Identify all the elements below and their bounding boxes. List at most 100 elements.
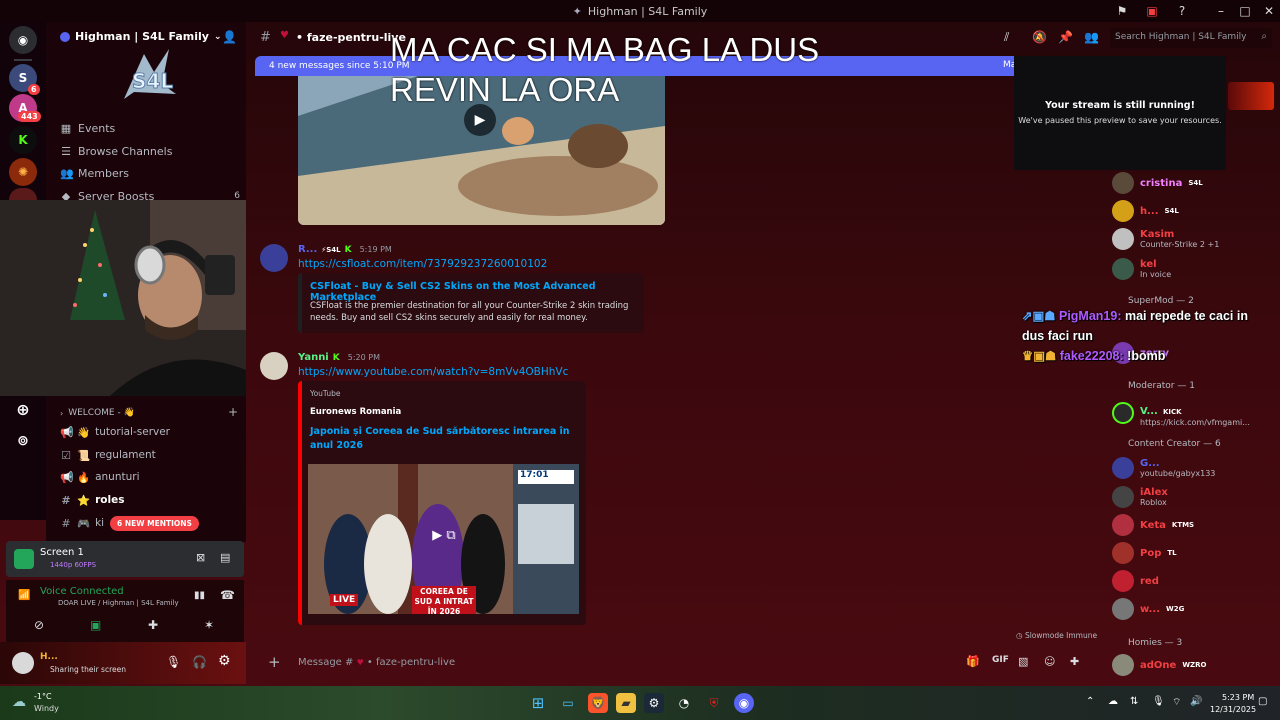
stop-stream-icon[interactable]: ⊠: [196, 551, 205, 564]
category-label: WELCOME - 👋: [68, 408, 135, 418]
tray-mic-icon[interactable]: 🎙: [1152, 696, 1165, 707]
clock-date[interactable]: 12/31/2025: [1210, 705, 1256, 714]
activities-icon[interactable]: ✚: [148, 618, 158, 632]
clock-time[interactable]: 5:23 PM: [1222, 693, 1254, 702]
channel-roles[interactable]: # ⭐ roles: [60, 491, 124, 509]
file-explorer-icon[interactable]: ▰: [616, 693, 636, 713]
member-row[interactable]: iAlex Roblox: [1112, 486, 1168, 508]
tray-wifi-icon[interactable]: ⌔: [1172, 696, 1181, 709]
video-thumbnail[interactable]: 17:01 COREEA DE SUD A INTRAT ÎN 2026 LIV…: [308, 464, 579, 614]
tray-onedrive-icon[interactable]: ☁: [1108, 696, 1118, 707]
server-header[interactable]: Highman | S4L Family ⌄: [60, 30, 222, 43]
member-row[interactable]: V... KICK https://kick.com/vfmgami...: [1112, 399, 1250, 427]
add-attachment-icon[interactable]: +: [268, 653, 281, 671]
screen-share-icon[interactable]: ▣: [1142, 2, 1162, 20]
task-view-icon[interactable]: ▭: [558, 693, 578, 713]
channel-anunturi[interactable]: 📢 🔥 anunturi: [60, 468, 139, 486]
maximize-button[interactable]: □: [1235, 2, 1255, 20]
pin-icon[interactable]: 📌: [1058, 30, 1073, 44]
disconnect-icon[interactable]: ☎: [220, 588, 235, 602]
sidebar-item-members[interactable]: 👥 Members: [60, 164, 129, 182]
gift-icon[interactable]: 🎁: [966, 655, 980, 668]
member-row[interactable]: Pop TL: [1112, 542, 1177, 564]
gear-icon[interactable]: ⚙: [218, 653, 231, 669]
tray-volume-icon[interactable]: 🔊: [1190, 696, 1202, 707]
brave-icon[interactable]: 🦁: [588, 693, 608, 713]
popout-icon[interactable]: ▤: [220, 551, 230, 564]
github-icon[interactable]: ◔: [674, 693, 694, 713]
member-name: w...: [1140, 603, 1160, 615]
channel-ki[interactable]: # 🎮 ki: [60, 514, 104, 532]
member-row[interactable]: Kasim Counter-Strike 2 +1: [1112, 228, 1219, 250]
member-list: cristina S4L h... S4L Kasim Counter-Stri…: [1098, 54, 1280, 686]
member-row[interactable]: cristina S4L: [1112, 172, 1203, 194]
member-row[interactable]: Keta KTMS: [1112, 514, 1194, 536]
member-row[interactable]: kel In voice: [1112, 258, 1171, 280]
start-icon[interactable]: ⊞: [528, 693, 548, 713]
discord-icon[interactable]: ◉: [734, 693, 754, 713]
avatar[interactable]: [260, 352, 288, 380]
server-icon-kick[interactable]: K: [9, 126, 37, 154]
microphone-icon[interactable]: 🎙: [166, 655, 181, 669]
tray-network-icon[interactable]: ⇅: [1130, 696, 1138, 707]
sticker-icon[interactable]: ▧: [1018, 655, 1028, 668]
gif-icon[interactable]: GIF: [992, 655, 1009, 665]
new-mentions-badge[interactable]: 6 NEW MENTIONS: [110, 516, 199, 531]
voice-channel[interactable]: DOAR LIVE / Highman | S4L Family: [58, 599, 179, 607]
embed-title[interactable]: Japonia și Coreea de Sud sărbătoresc int…: [310, 425, 570, 453]
home-discord-icon[interactable]: ◉: [9, 26, 37, 54]
embed-description: CSFloat is the premier destination for a…: [310, 301, 629, 323]
noise-suppression-icon[interactable]: ▮▮: [194, 590, 205, 601]
voice-status[interactable]: Voice Connected: [40, 586, 124, 597]
member-row[interactable]: w... W2G: [1112, 598, 1184, 620]
channel-regulament[interactable]: ☑ 📜 regulament: [60, 446, 156, 464]
announcement-icon: 📢: [60, 425, 74, 439]
message-composer[interactable]: + Message # ♥ • faze-pentru-live 🎁 GIF ▧…: [256, 650, 1094, 676]
invite-people-icon[interactable]: 👤: [222, 30, 237, 44]
emoji-icon[interactable]: ☺: [1044, 655, 1055, 668]
add-server-icon[interactable]: ⊕: [9, 395, 37, 423]
close-button[interactable]: ✕: [1259, 2, 1279, 20]
steam-icon[interactable]: ⚙: [644, 693, 664, 713]
message-link[interactable]: https://csfloat.com/item/737929237260010…: [298, 258, 547, 270]
play-button[interactable]: ▶ ⧉: [424, 528, 464, 552]
help-icon[interactable]: ?: [1172, 2, 1192, 20]
inbox-icon[interactable]: ⚑: [1112, 2, 1132, 20]
notification-mute-icon[interactable]: 🔕: [1032, 30, 1047, 44]
heart-emoji-icon: ♥: [280, 30, 289, 41]
headphones-icon[interactable]: 🎧: [192, 655, 207, 669]
category-welcome[interactable]: › WELCOME - 👋: [60, 404, 135, 422]
soundboard-icon[interactable]: ✶: [204, 618, 214, 632]
sidebar-item-browse-channels[interactable]: ☰ Browse Channels: [60, 142, 172, 160]
minimize-button[interactable]: –: [1211, 2, 1231, 20]
member-row[interactable]: red: [1112, 570, 1159, 592]
camera-off-icon[interactable]: ⊘: [34, 618, 44, 632]
server-icon-red[interactable]: [9, 188, 37, 200]
embed-author[interactable]: Euronews Romania: [310, 407, 401, 417]
channel-tutorial-server[interactable]: 📢 👋 tutorial-server: [60, 423, 170, 441]
message-input[interactable]: Message # ♥ • faze-pentru-live: [298, 657, 455, 668]
threads-icon[interactable]: ⫽: [1004, 30, 1009, 45]
shield-icon[interactable]: ⛨: [704, 693, 724, 713]
notification-icon[interactable]: ▢: [1258, 696, 1267, 707]
hash-icon: #: [260, 30, 271, 45]
message-author[interactable]: R...: [298, 244, 317, 255]
member-list-icon[interactable]: 👥: [1084, 30, 1099, 44]
avatar[interactable]: [12, 652, 34, 674]
member-row[interactable]: h... S4L: [1112, 200, 1179, 222]
avatar[interactable]: [260, 244, 288, 272]
server-icon-fire[interactable]: ✺: [9, 158, 37, 186]
member-row[interactable]: adOne WZRO: [1112, 654, 1206, 676]
search-box[interactable]: Search Highman | S4L Family ⌕: [1110, 28, 1272, 48]
member-row[interactable]: G... youtube/gabyx133: [1112, 457, 1215, 479]
create-channel-icon[interactable]: +: [228, 405, 238, 419]
message-link[interactable]: https://www.youtube.com/watch?v=8mVv4OBH…: [298, 366, 568, 378]
tray-chevron-icon[interactable]: ⌃: [1086, 696, 1094, 707]
message-author[interactable]: Yanni: [298, 352, 329, 363]
discover-icon[interactable]: ⊚: [9, 427, 37, 455]
apps-icon[interactable]: ✚: [1070, 655, 1079, 668]
search-input[interactable]: Search Highman | S4L Family: [1115, 32, 1246, 42]
rail-divider: [14, 59, 32, 61]
sidebar-item-events[interactable]: ▦ Events: [60, 119, 115, 137]
screen-active-icon[interactable]: ▣: [90, 618, 101, 632]
